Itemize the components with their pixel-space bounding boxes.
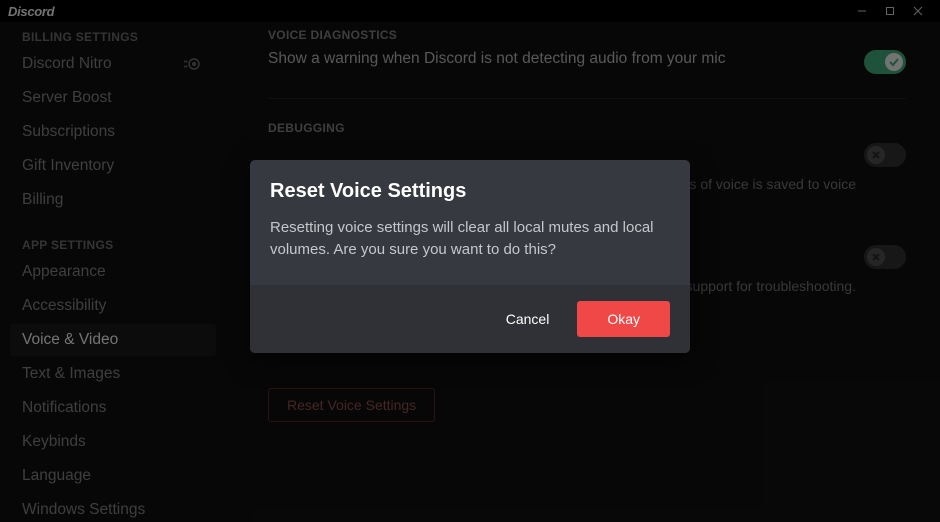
modal-footer: Cancel Okay xyxy=(250,285,690,353)
reset-voice-settings-modal: Reset Voice Settings Resetting voice set… xyxy=(250,160,690,353)
modal-title: Reset Voice Settings xyxy=(270,180,670,203)
okay-button[interactable]: Okay xyxy=(577,301,670,337)
modal-overlay[interactable]: Reset Voice Settings Resetting voice set… xyxy=(0,0,940,522)
cancel-button[interactable]: Cancel xyxy=(498,301,558,337)
modal-text: Resetting voice settings will clear all … xyxy=(270,217,670,261)
